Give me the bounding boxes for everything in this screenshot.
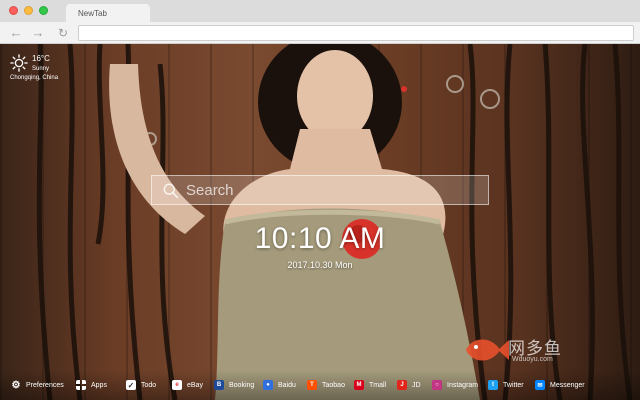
todo-label: Todo [141, 381, 157, 389]
close-window-button[interactable] [9, 6, 18, 15]
shortcut-label: Messenger [550, 381, 585, 389]
shortcut-label: Tmall [369, 381, 387, 389]
address-bar[interactable] [78, 25, 634, 41]
shortcut-booking[interactable]: B Booking [214, 378, 254, 392]
sun-icon [10, 54, 28, 72]
reload-icon[interactable]: ↻ [55, 25, 71, 41]
tab-title: NewTab [78, 9, 107, 18]
shortcut-tmall[interactable]: M Tmall [354, 378, 386, 392]
booking-icon: B [214, 380, 224, 390]
search-input[interactable] [186, 179, 482, 201]
weather-widget[interactable]: 16°C Sunny Chongqing, China [8, 54, 78, 94]
minimize-window-button[interactable] [24, 6, 33, 15]
taobao-icon: T [307, 380, 317, 390]
back-arrow-icon[interactable]: ← [8, 25, 24, 41]
clock-time: 10:10 AM [254, 222, 386, 255]
forward-arrow-icon[interactable]: → [30, 25, 46, 41]
shortcut-jd[interactable]: J JD [397, 378, 421, 392]
bottom-bar: ⚙ Preferences Apps ✓ Todo e eBay B Booki… [0, 370, 640, 400]
fish-logo-icon [466, 339, 509, 361]
weather-condition: Sunny [32, 66, 50, 72]
shortcut-label: Taobao [322, 381, 345, 389]
shortcut-messenger[interactable]: ✉ Messenger [535, 378, 585, 392]
search-icon[interactable] [162, 182, 180, 200]
checkbox-icon: ✓ [126, 380, 136, 390]
shortcut-label: JD [412, 381, 421, 389]
shortcut-instagram[interactable]: ○ Instagram [432, 378, 478, 392]
watermark: 网多鱼 Wduoyu.com [458, 330, 638, 370]
weather-location: Chongqing, China [10, 75, 59, 81]
shortcut-twitter[interactable]: t Twitter [488, 378, 524, 392]
messenger-icon: ✉ [535, 380, 545, 390]
tmall-icon: M [354, 380, 364, 390]
todo-button[interactable]: ✓ Todo [126, 378, 156, 392]
baidu-icon: ● [263, 380, 273, 390]
weather-temperature: 16°C [32, 54, 50, 63]
apps-button[interactable]: Apps [76, 378, 107, 392]
jd-icon: J [397, 380, 407, 390]
shortcut-taobao[interactable]: T Taobao [307, 378, 345, 392]
preferences-button[interactable]: ⚙ Preferences [11, 378, 64, 392]
ebay-icon: e [172, 380, 182, 390]
browser-tab-bar: NewTab [0, 0, 640, 22]
preferences-label: Preferences [26, 381, 64, 389]
watermark-subtext: Wduoyu.com [512, 356, 553, 363]
new-tab-page: 16°C Sunny Chongqing, China 10:10 AM 201… [0, 44, 640, 400]
instagram-icon: ○ [432, 380, 442, 390]
shortcut-baidu[interactable]: ● Baidu [263, 378, 296, 392]
apps-label: Apps [91, 381, 107, 389]
shortcut-ebay[interactable]: e eBay [172, 378, 203, 392]
shortcut-label: Baidu [278, 381, 296, 389]
browser-toolbar: ← → ↻ [0, 22, 640, 44]
gear-icon: ⚙ [11, 379, 21, 391]
shortcut-label: Twitter [503, 381, 524, 389]
apps-grid-icon [76, 380, 86, 390]
shortcut-label: Instagram [447, 381, 479, 389]
clock-date: 2017.10.30 Mon [287, 260, 353, 270]
shortcut-label: eBay [187, 381, 203, 389]
shortcut-label: Booking [229, 381, 255, 389]
browser-tab[interactable]: NewTab [66, 4, 150, 22]
twitter-icon: t [488, 380, 498, 390]
maximize-window-button[interactable] [39, 6, 48, 15]
search-box[interactable] [151, 175, 489, 205]
